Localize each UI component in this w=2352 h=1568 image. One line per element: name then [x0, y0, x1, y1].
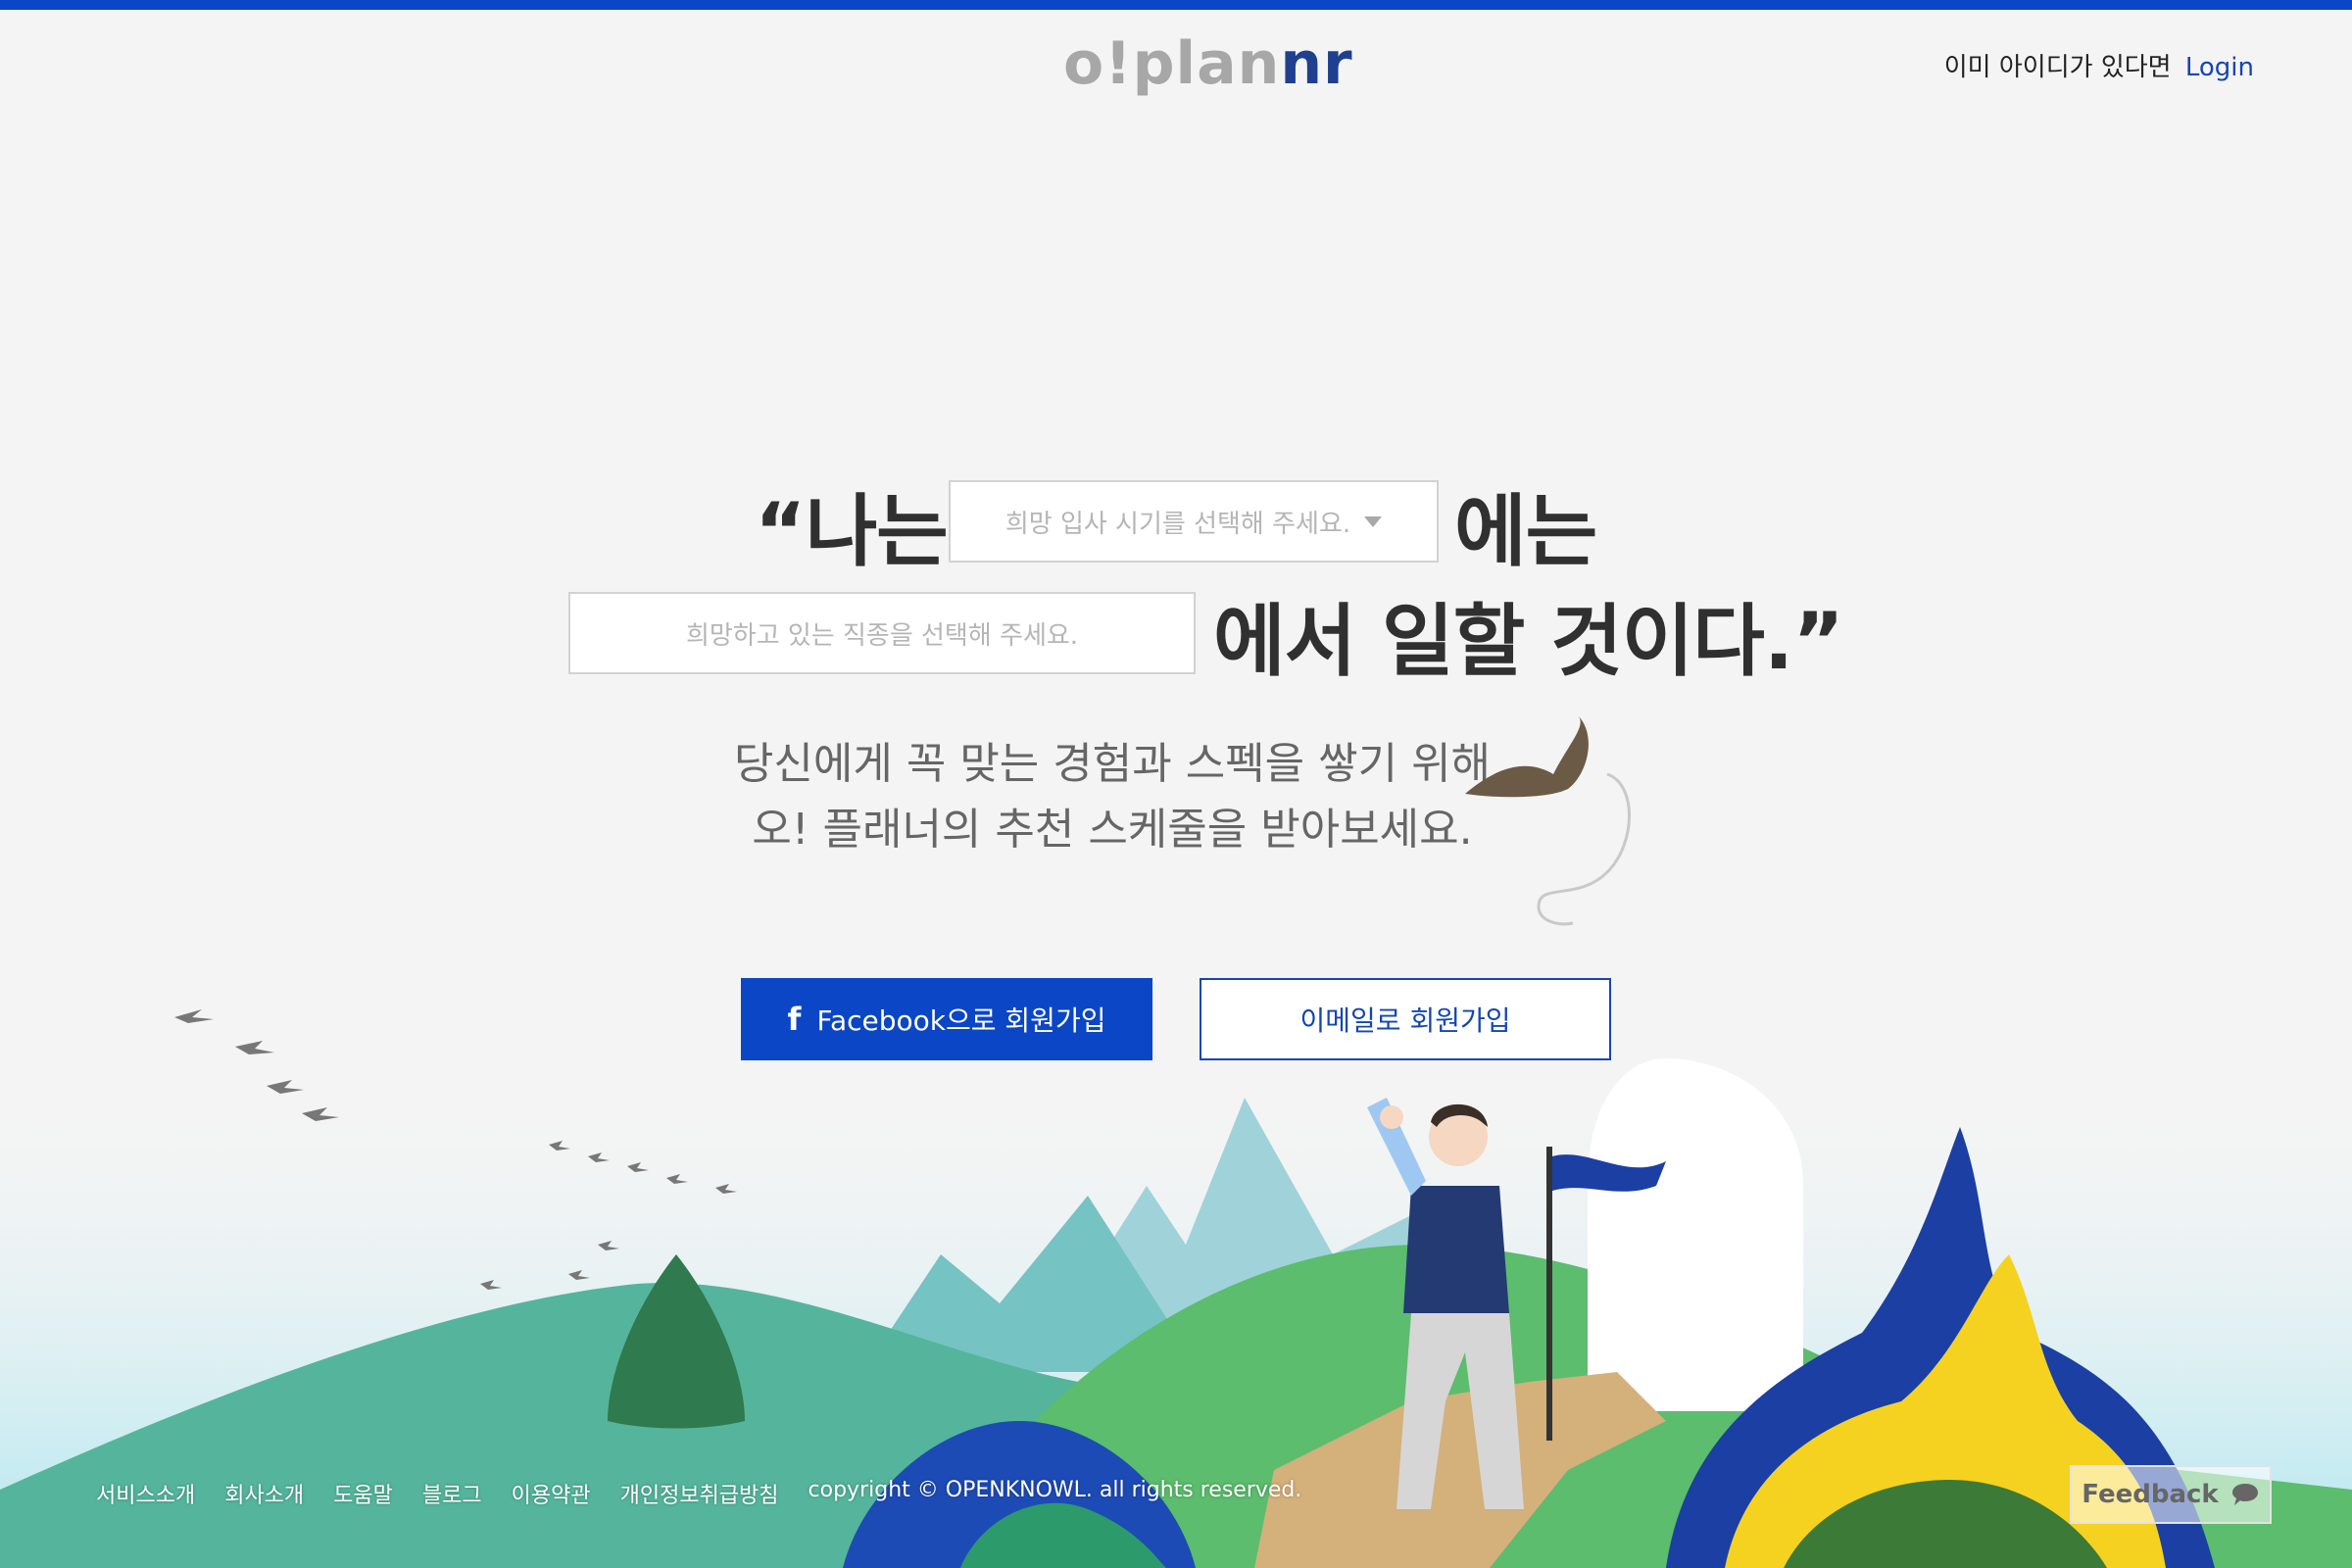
landscape-illustration: [0, 1009, 2352, 1568]
login-prompt-area: 이미 아이디가 있다면 Login: [1944, 47, 2254, 83]
login-link[interactable]: Login: [2185, 53, 2254, 82]
headline-part-2: 에는: [1454, 486, 1597, 577]
feedback-button[interactable]: Feedback: [2070, 1465, 2272, 1524]
speech-bubble-icon: [2231, 1484, 2258, 1505]
logo-text-grey: o!plan: [1063, 29, 1281, 98]
start-date-select[interactable]: 희망 입사 시기를 선택해 주세요.: [949, 480, 1439, 563]
footer-link-blog[interactable]: 블로그: [422, 1478, 482, 1509]
headline-part-1: “나는: [755, 486, 949, 577]
start-date-placeholder: 희망 입사 시기를 선택해 주세요.: [1004, 509, 1351, 539]
chevron-down-icon: [1364, 515, 1383, 527]
job-type-select[interactable]: 희망하고 있는 직종을 선택해 주세요.: [568, 592, 1196, 674]
feedback-label: Feedback: [2082, 1480, 2219, 1509]
footer-link-service[interactable]: 서비스소개: [96, 1478, 195, 1509]
eagle-illustration: [1465, 715, 1631, 926]
headline-part-3: 에서 일할 것이다.”: [1213, 596, 1844, 687]
logo-text-blue: nr: [1280, 29, 1353, 98]
subtitle-line-2: 오! 플래너의 추천 스케줄을 받아보세요.: [752, 805, 1473, 855]
copyright-text: copyright © OPENKNOWL. all rights reserv…: [808, 1478, 1302, 1502]
footer-link-privacy[interactable]: 개인정보취급방침: [620, 1478, 779, 1509]
login-prompt-text: 이미 아이디가 있다면: [1943, 53, 2172, 82]
footer-links: 서비스소개 회사소개 도움말 블로그 이용약관 개인정보취급방침 copyrig…: [96, 1478, 1301, 1509]
footer-link-help[interactable]: 도움말: [333, 1478, 393, 1509]
job-type-placeholder: 희망하고 있는 직종을 선택해 주세요.: [685, 620, 1079, 651]
top-accent-bar: [0, 0, 2352, 10]
footer-link-company[interactable]: 회사소개: [224, 1478, 304, 1509]
footer-link-terms[interactable]: 이용약관: [512, 1478, 591, 1509]
subtitle-line-1: 당신에게 꼭 맞는 경험과 스펙을 쌓기 위해: [733, 739, 1492, 789]
logo[interactable]: o!plannr: [1063, 29, 1353, 98]
